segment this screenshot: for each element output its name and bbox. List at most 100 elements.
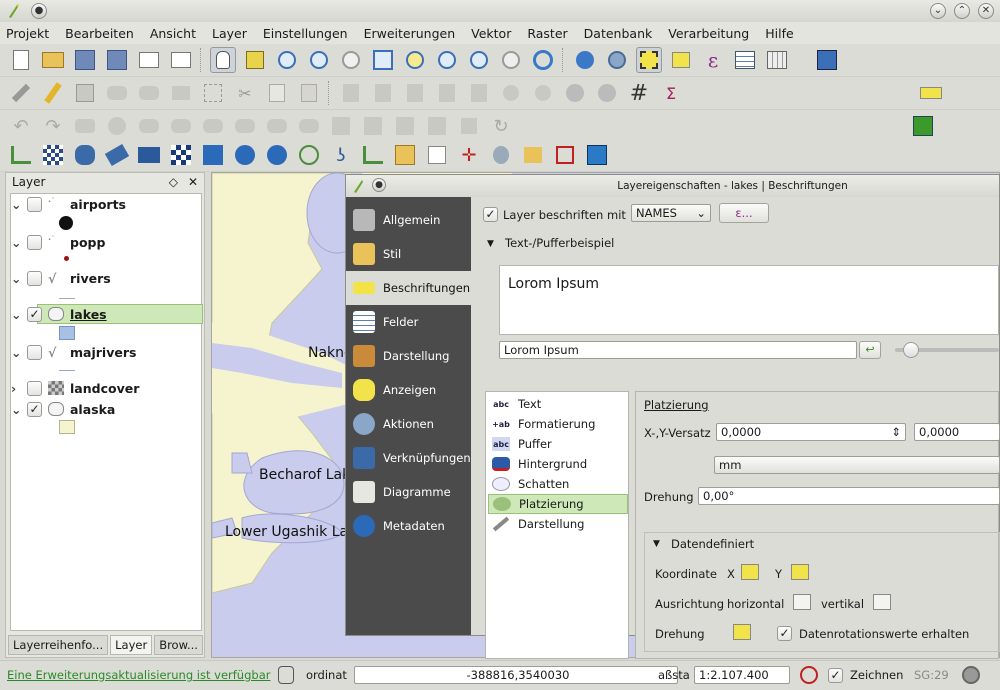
new-project-icon[interactable]: [8, 47, 34, 73]
plugin-update-link[interactable]: Eine Erweiterungsaktualisierung ist verf…: [7, 668, 270, 682]
menu-datenbank[interactable]: Datenbank: [584, 26, 653, 41]
tab-browser[interactable]: Brow...: [154, 635, 203, 655]
layer-airports[interactable]: ⌄ ·˙ airports: [11, 194, 126, 214]
save-edits-icon[interactable]: [72, 80, 98, 106]
expression-select-icon[interactable]: ε: [700, 47, 726, 73]
pan-hand-icon[interactable]: [210, 47, 236, 73]
add-oracle-layer-icon[interactable]: [168, 142, 194, 168]
georeferencer-icon[interactable]: [488, 142, 514, 168]
diagram-move-icon[interactable]: [562, 80, 588, 106]
split-features-icon[interactable]: [328, 113, 354, 139]
merge-attributes-icon[interactable]: [424, 113, 450, 139]
merge-features-icon[interactable]: [392, 113, 418, 139]
panel-float-icon[interactable]: ◇: [169, 175, 178, 189]
render-checkbox[interactable]: ✓: [828, 668, 843, 683]
grid-icon[interactable]: #: [626, 80, 652, 106]
srs-label[interactable]: SG:29: [914, 668, 949, 682]
collapse-arrow-icon[interactable]: ▼: [487, 239, 494, 249]
expand-arrow-icon[interactable]: ›: [11, 381, 27, 396]
panel-close-icon[interactable]: ✕: [188, 175, 198, 189]
nav-diagramme[interactable]: Diagramme: [346, 475, 471, 509]
zoom-to-selection-icon[interactable]: [402, 47, 428, 73]
copy-icon[interactable]: [264, 80, 290, 106]
keep-rotation-checkbox[interactable]: ✓: [777, 626, 792, 641]
statistics-sigma-icon[interactable]: Σ: [658, 80, 684, 106]
projection-globe-icon[interactable]: [962, 666, 980, 684]
gps-tools-icon[interactable]: [520, 142, 546, 168]
nav-allgemein[interactable]: Allgemein: [346, 203, 471, 237]
abc-label-icon[interactable]: [918, 80, 944, 106]
diagram-show-icon[interactable]: [530, 80, 556, 106]
label-move-icon[interactable]: [402, 80, 428, 106]
menu-einstellungen[interactable]: Einstellungen: [263, 26, 348, 41]
menu-ansicht[interactable]: Ansicht: [150, 26, 196, 41]
node-tool-icon[interactable]: [168, 80, 194, 106]
sub-hintergrund[interactable]: Hintergrund: [488, 454, 628, 474]
sub-darstellung[interactable]: Darstellung: [488, 514, 628, 534]
reshape-icon[interactable]: [264, 113, 290, 139]
coordinate-toggle-icon[interactable]: [278, 666, 294, 684]
maximize-button[interactable]: ⌃: [954, 3, 970, 19]
menu-projekt[interactable]: Projekt: [6, 26, 49, 41]
layer-checkbox[interactable]: ✓: [27, 306, 42, 322]
sub-formatierung[interactable]: +ab Formatierung: [488, 414, 628, 434]
zoom-last-icon[interactable]: [466, 47, 492, 73]
preview-scale-slider[interactable]: [895, 342, 999, 358]
plugin-green-icon[interactable]: [910, 113, 936, 139]
pencil-icon[interactable]: [40, 80, 66, 106]
add-feature-icon[interactable]: [104, 80, 130, 106]
label-show-icon[interactable]: [370, 80, 396, 106]
offset-x-spinbox[interactable]: 0,0000 ⇕: [716, 423, 906, 441]
scale-select[interactable]: 1:2.107.400: [694, 666, 790, 684]
collapse-arrow-icon[interactable]: ⌄: [11, 402, 27, 417]
menu-vektor[interactable]: Vektor: [471, 26, 511, 41]
nav-anzeigen[interactable]: Anzeigen: [346, 373, 471, 407]
fill-ring-icon[interactable]: [168, 113, 194, 139]
label-layer-checkbox[interactable]: ✓: [483, 207, 498, 222]
unit-select[interactable]: mm: [714, 456, 1000, 474]
sample-text-input[interactable]: Lorom Ipsum: [499, 341, 857, 359]
offset-y-spinbox[interactable]: 0,0000: [914, 423, 1000, 441]
label-pin-icon[interactable]: [338, 80, 364, 106]
new-shapefile-icon[interactable]: [360, 142, 386, 168]
collapse-arrow-icon[interactable]: ⌄: [11, 235, 27, 250]
expression-button[interactable]: ε...: [719, 203, 769, 223]
label-field-select[interactable]: NAMES ⌄: [631, 204, 711, 222]
layer-checkbox[interactable]: [27, 270, 42, 286]
diagram-rotate-icon[interactable]: [594, 80, 620, 106]
delete-ring-icon[interactable]: [200, 113, 226, 139]
collapse-arrow-icon[interactable]: ⌄: [11, 271, 27, 286]
collapse-arrow-icon[interactable]: ▼: [653, 539, 660, 549]
help-icon[interactable]: [814, 47, 840, 73]
add-mssql-layer-icon[interactable]: [136, 142, 162, 168]
layer-rivers[interactable]: ⌄ √ rivers: [11, 268, 111, 288]
collapse-arrow-icon[interactable]: ⌄: [11, 197, 27, 212]
menu-erweiterungen[interactable]: Erweiterungen: [364, 26, 456, 41]
remove-layer-icon[interactable]: [424, 142, 450, 168]
paste-icon[interactable]: [296, 80, 322, 106]
slider-handle[interactable]: [903, 342, 919, 358]
zoom-next-icon[interactable]: [498, 47, 524, 73]
label-change-icon[interactable]: [466, 80, 492, 106]
add-spatialite-layer-icon[interactable]: [104, 142, 130, 168]
tab-layer[interactable]: Layer: [110, 635, 153, 655]
nav-beschriftungen[interactable]: Beschriftungen: [346, 271, 471, 305]
topology-icon[interactable]: [552, 142, 578, 168]
crosshair-icon[interactable]: ✛: [456, 142, 482, 168]
nav-felder[interactable]: Felder: [346, 305, 471, 339]
layer-majrivers[interactable]: ⌄ √ majrivers: [11, 342, 136, 362]
zoom-native-icon[interactable]: [338, 47, 364, 73]
delete-part-icon[interactable]: [232, 113, 258, 139]
layer-lakes[interactable]: ⌄ ✓ lakes: [11, 304, 107, 324]
data-defined-rotation-icon[interactable]: [733, 624, 751, 640]
open-project-icon[interactable]: [40, 47, 66, 73]
add-delimited-text-icon[interactable]: [296, 142, 322, 168]
new-print-composer-icon[interactable]: [136, 47, 162, 73]
minimize-button[interactable]: ⌄: [930, 3, 946, 19]
deselect-icon[interactable]: [668, 47, 694, 73]
menu-hilfe[interactable]: Hilfe: [765, 26, 793, 41]
offset-curve-icon[interactable]: [296, 113, 322, 139]
data-defined-y-icon[interactable]: [791, 564, 809, 580]
add-ring-icon[interactable]: [104, 113, 130, 139]
collapse-arrow-icon[interactable]: ⌄: [11, 345, 27, 360]
